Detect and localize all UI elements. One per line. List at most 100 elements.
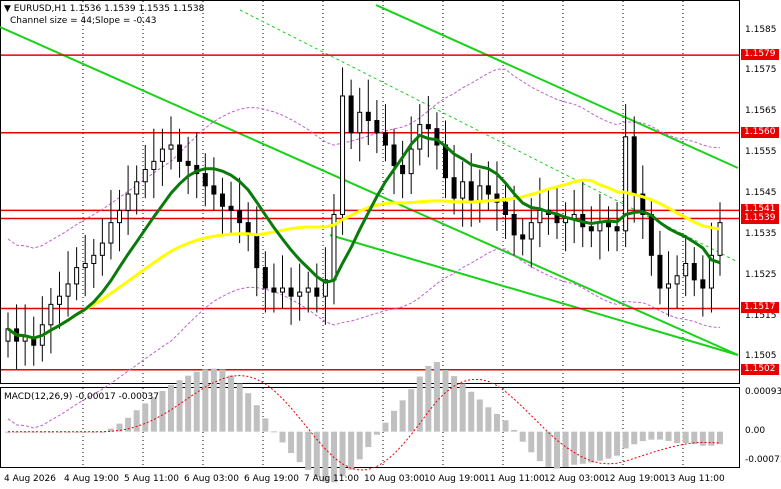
candle-body <box>280 287 286 293</box>
macd-histogram-bar <box>228 375 235 432</box>
candle-body <box>168 144 174 150</box>
candle-body <box>56 295 62 305</box>
candle-body <box>228 205 234 211</box>
time-axis-label: 6 Aug 03:00 <box>184 474 239 484</box>
macd-histogram-bar <box>451 376 458 432</box>
level-tag: 1.1560 <box>741 126 779 138</box>
macd-axis-label: -0.00071 <box>745 455 781 466</box>
macd-histogram-bar <box>365 431 372 448</box>
macd-histogram-bar <box>596 431 603 461</box>
macd-histogram-bar <box>125 417 132 432</box>
level-tag: 1.1517 <box>741 302 779 314</box>
macd-histogram-bar <box>399 400 406 432</box>
macd-histogram-bar <box>665 431 672 441</box>
macd-histogram-bar <box>133 410 140 432</box>
candle-body <box>177 144 183 162</box>
candle-body <box>314 287 320 297</box>
chart-header: ▼ EURUSD,H1 1.1536 1.1539 1.1535 1.1538 <box>4 4 204 15</box>
macd-histogram-bar <box>193 371 200 432</box>
macd-histogram-bar <box>485 407 492 432</box>
macd-histogram-bar <box>245 393 252 432</box>
candle-body <box>588 226 594 232</box>
macd-histogram-bar <box>279 431 286 443</box>
candle-body <box>211 185 217 195</box>
price-axis-label: 1.1585 <box>745 24 777 35</box>
candle-body <box>691 263 697 281</box>
candle-body <box>151 160 157 171</box>
macd-histogram-bar <box>579 431 586 464</box>
macd-histogram-bar <box>408 389 415 432</box>
candle-body <box>48 303 54 326</box>
macd-histogram-bar <box>382 422 389 432</box>
candle-body <box>657 254 663 289</box>
collapse-triangle-icon[interactable]: ▼ <box>4 4 11 14</box>
candle-body <box>451 177 457 199</box>
candle-body <box>408 148 414 175</box>
level-tag: 1.1502 <box>741 363 779 375</box>
macd-histogram-bar <box>305 431 312 470</box>
time-axis-label: 4 Aug 2026 <box>4 474 56 484</box>
candle-body <box>468 181 474 203</box>
macd-histogram-bar <box>614 431 621 456</box>
macd-histogram-bar <box>167 384 174 432</box>
macd-histogram-bar <box>459 383 466 432</box>
candle-body <box>219 193 225 207</box>
candle-body <box>537 209 543 224</box>
macd-histogram-bar <box>493 413 500 432</box>
macd-histogram-bar <box>708 431 715 446</box>
candle-body <box>605 222 611 228</box>
channel-info: Channel size = 44;Slope = -0.43 <box>10 16 157 26</box>
level-tag: 1.1579 <box>741 49 779 61</box>
macd-histogram-bar <box>219 369 226 432</box>
macd-histogram-bar <box>185 375 192 432</box>
price-axis-label: 1.1505 <box>745 351 777 362</box>
candle-body <box>357 111 363 134</box>
candle-body <box>65 283 71 297</box>
candle-body <box>391 144 397 166</box>
candle-body <box>382 132 388 146</box>
price-chart[interactable] <box>0 0 781 489</box>
candle-body <box>82 263 88 269</box>
candle-body <box>700 279 706 289</box>
macd-histogram-bar <box>339 431 346 477</box>
macd-histogram-bar <box>253 405 260 432</box>
candle-body <box>271 287 277 293</box>
candle-body <box>528 222 534 240</box>
candle-body <box>614 226 620 232</box>
candle-body <box>134 181 140 195</box>
macd-histogram-bar <box>656 431 663 440</box>
candle-body <box>91 254 97 265</box>
price-axis-label: 1.1535 <box>745 228 777 239</box>
macd-histogram-bar <box>391 410 398 432</box>
time-axis-label: 10 Aug 03:00 <box>364 474 425 484</box>
candle-body <box>108 222 114 244</box>
macd-histogram-bar <box>622 431 629 449</box>
candle-body <box>254 234 260 269</box>
macd-histogram-bar <box>528 431 535 453</box>
time-axis-label: 4 Aug 19:00 <box>64 474 119 484</box>
candle-body <box>477 185 483 203</box>
candle-body <box>425 124 431 130</box>
candle-body <box>442 144 448 179</box>
macd-axis-label: 0.00 <box>745 425 766 436</box>
macd-histogram-bar <box>682 431 689 444</box>
macd-histogram-bar <box>648 431 655 440</box>
time-axis-label: 7 Aug 11:00 <box>304 474 359 484</box>
candle-body <box>683 263 689 277</box>
candle-body <box>348 95 354 134</box>
macd-histogram-bar <box>536 431 543 462</box>
candle-body <box>400 164 406 175</box>
macd-histogram-bar <box>562 431 569 467</box>
chart-window[interactable]: ▼ EURUSD,H1 1.1536 1.1539 1.1535 1.1538 … <box>0 0 781 489</box>
time-axis-label: 5 Aug 11:00 <box>124 474 179 484</box>
candle-body <box>503 201 509 215</box>
macd-histogram-bar <box>313 431 320 477</box>
candle-body <box>631 136 637 195</box>
price-axis-label: 1.1565 <box>745 106 777 117</box>
candle-body <box>99 242 105 256</box>
price-axis-label: 1.1575 <box>745 65 777 76</box>
time-axis-label: 12 Aug 03:00 <box>544 474 605 484</box>
macd-histogram-bar <box>425 365 432 432</box>
macd-histogram-bar <box>468 391 475 432</box>
macd-histogram-bar <box>605 431 612 459</box>
